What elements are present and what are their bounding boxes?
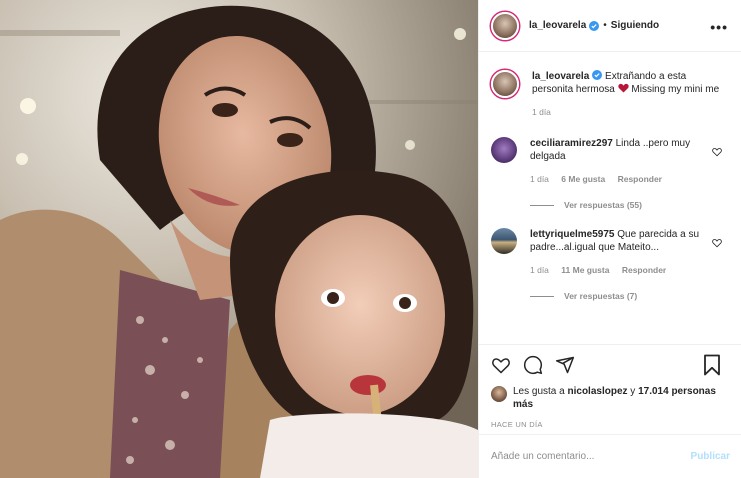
comment-time[interactable]: 1 día [530, 174, 549, 184]
comment-icon[interactable] [523, 355, 543, 375]
comment-body: ceciliaramirez297 Linda ..pero muy delga… [530, 137, 708, 186]
likes-summary: Les gusta a nicolaslopez y 17.014 person… [491, 385, 730, 411]
verified-badge-icon [589, 20, 600, 31]
more-options-icon[interactable]: ••• [710, 19, 728, 35]
view-replies-link[interactable]: Ver respuestas (7) [530, 291, 730, 301]
following-button[interactable]: Siguiendo [611, 20, 659, 31]
caption-time[interactable]: 1 día [532, 107, 551, 117]
header-separator: • [603, 20, 607, 31]
post-actions: Les gusta a nicolaslopez y 17.014 person… [479, 344, 741, 434]
liker-username[interactable]: nicolaslopez [568, 386, 628, 397]
action-icons [491, 345, 730, 385]
comment-likes[interactable]: 11 Me gusta [561, 265, 609, 275]
likes-conj: y [630, 386, 636, 397]
view-replies-link[interactable]: Ver respuestas (55) [530, 200, 730, 210]
reply-button[interactable]: Responder [618, 174, 662, 184]
liker-avatar[interactable] [491, 386, 507, 402]
add-comment-bar: Publicar [479, 434, 741, 478]
caption-meta: 1 día [532, 106, 722, 119]
post-header: la_leovarela • Siguiendo ••• [479, 0, 741, 52]
reply-button[interactable]: Responder [622, 265, 666, 275]
like-comment-heart-icon[interactable] [712, 238, 722, 248]
post-side-panel: la_leovarela • Siguiendo ••• la_leovarel… [478, 0, 741, 478]
comment-username[interactable]: lettyriquelme5975 [530, 229, 615, 240]
likes-prefix: Les gusta a [513, 386, 565, 397]
comments-section: la_leovarela Extrañando a esta personita… [479, 52, 741, 344]
commenter-avatar[interactable] [491, 137, 517, 163]
caption: la_leovarela Extrañando a esta personita… [491, 70, 730, 119]
likes-text: Les gusta a nicolaslopez y 17.014 person… [513, 385, 730, 411]
comment-item: ceciliaramirez297 Linda ..pero muy delga… [491, 137, 730, 186]
commenter-avatar[interactable] [491, 228, 517, 254]
comment-time[interactable]: 1 día [530, 265, 549, 275]
author-username[interactable]: la_leovarela [529, 20, 586, 31]
share-icon[interactable] [555, 355, 575, 375]
comment-likes[interactable]: 6 Me gusta [561, 174, 605, 184]
author-avatar[interactable] [491, 11, 519, 40]
caption-username[interactable]: la_leovarela [532, 71, 589, 82]
comment-body: lettyriquelme5975 Que parecida a su padr… [530, 228, 708, 277]
post-timestamp[interactable]: HACE UN DÍA [491, 420, 730, 429]
comment-item: lettyriquelme5975 Que parecida a su padr… [491, 228, 730, 277]
publish-button[interactable]: Publicar [691, 451, 730, 462]
like-comment-heart-icon[interactable] [712, 147, 722, 157]
caption-text: la_leovarela Extrañando a esta personita… [532, 70, 722, 119]
verified-badge-icon [592, 70, 603, 80]
comment-username[interactable]: ceciliaramirez297 [530, 138, 613, 149]
heart-emoji-icon [617, 83, 629, 93]
caption-body-english: Missing my mini me [631, 84, 720, 95]
like-heart-icon[interactable] [491, 355, 511, 375]
photo-illustration [0, 0, 478, 478]
save-bookmark-icon[interactable] [702, 354, 722, 376]
post-photo[interactable] [0, 0, 478, 478]
comment-input[interactable] [491, 451, 691, 462]
comment-meta: 1 día 6 Me gusta Responder [530, 173, 708, 186]
caption-avatar[interactable] [491, 70, 519, 98]
comment-meta: 1 día 11 Me gusta Responder [530, 264, 708, 277]
